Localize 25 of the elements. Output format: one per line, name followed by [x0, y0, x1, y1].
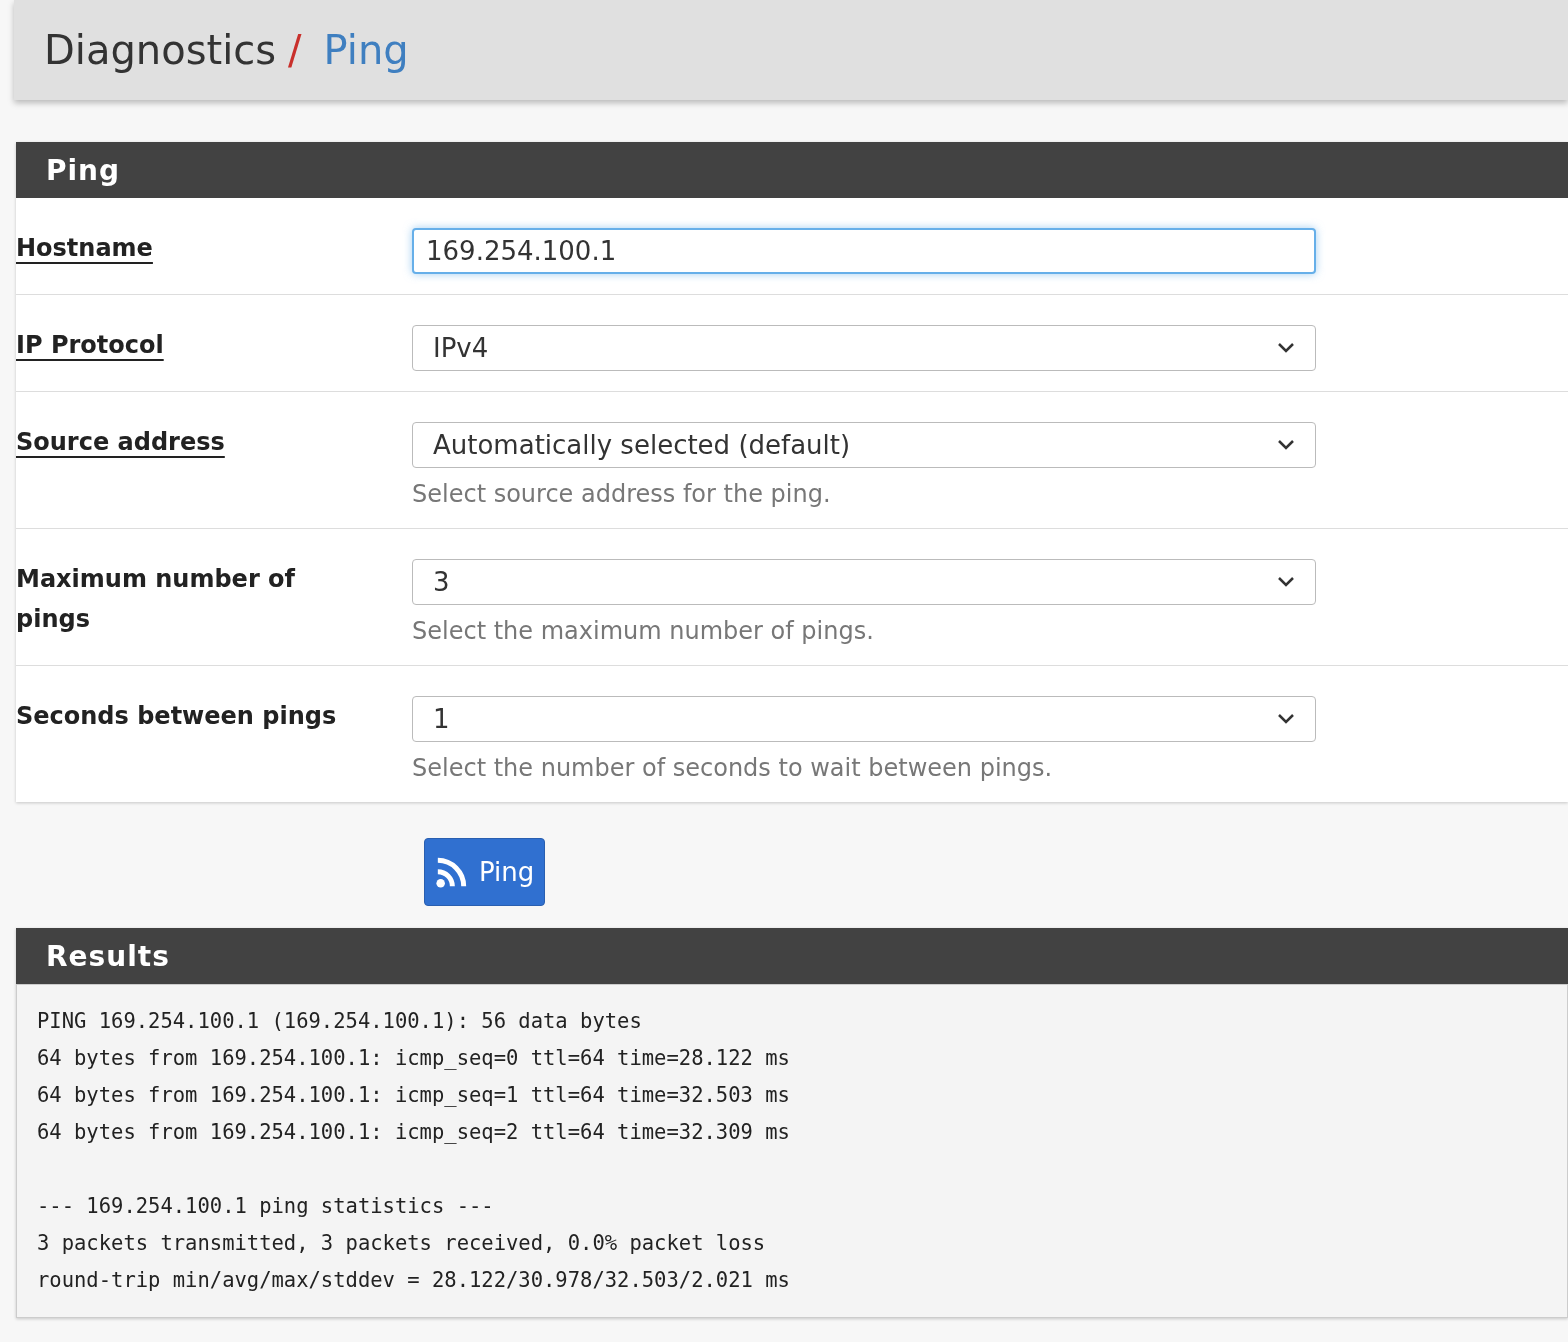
rss-icon	[435, 855, 469, 889]
hostname-input[interactable]: 169.254.100.1	[412, 228, 1316, 274]
help-text: Select the maximum number of pings.	[412, 617, 875, 645]
breadcrumb-section[interactable]: Diagnostics	[44, 27, 277, 73]
breadcrumb-page: Ping	[323, 27, 409, 73]
field-label: IP Protocol	[16, 330, 164, 359]
select-dropdown[interactable]: IPv4	[412, 325, 1316, 371]
chevron-down-icon	[1277, 439, 1295, 451]
select-dropdown[interactable]: 1	[412, 696, 1316, 742]
field-label: Source address	[16, 427, 225, 456]
select-dropdown[interactable]: 3	[412, 559, 1316, 605]
panel-title: Ping	[16, 142, 1568, 198]
help-text: Select source address for the ping.	[412, 480, 832, 508]
chevron-down-icon	[1277, 713, 1295, 725]
ping-button[interactable]: Ping	[424, 838, 546, 906]
field-label: Hostname	[16, 233, 153, 262]
help-text: Select the number of seconds to wait between pings.	[412, 754, 1054, 782]
ping-output: PING 169.254.100.1 (169.254.100.1): 56 data bytes 64 bytes from 169.254.100.1: icmp_seq=0 ttl=64 time=28.122 ms 64 bytes from 169.254.100.1: icmp_seq=1 ttl=64 time=32.503 ms 64 bytes from 169.254.100.1: icmp_seq=2 ttl=64 time=32.309 ms --- 169.254.100.1 ping statistics --- 3 packets transmitted, 3 packets received, 0.0% packet loss round-trip min/avg/max/stddev = 28.122/30.978/32.503/2.021 ms	[16, 984, 1568, 1318]
chevron-down-icon	[1277, 342, 1295, 354]
chevron-down-icon	[1277, 576, 1295, 588]
panel-title: Results	[16, 928, 1568, 984]
select-dropdown[interactable]: Automatically selected (default)	[412, 422, 1316, 468]
field-label: Seconds between pings	[16, 701, 337, 730]
breadcrumb-separator: /	[288, 27, 302, 73]
field-label: Maximum number of pings	[16, 564, 295, 633]
